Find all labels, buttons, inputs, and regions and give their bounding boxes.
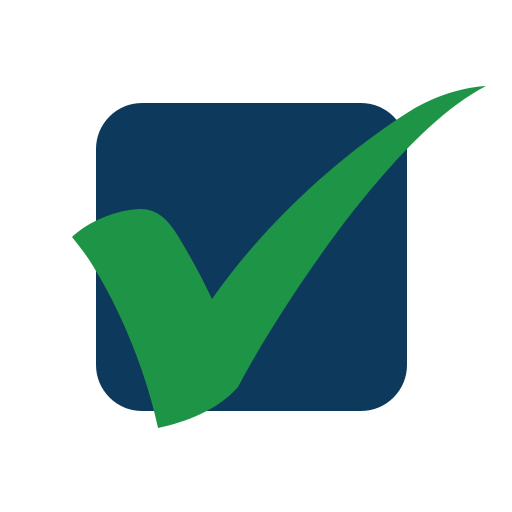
checkbox-app-icon xyxy=(0,0,512,512)
checkbox-checked-icon xyxy=(72,86,486,428)
